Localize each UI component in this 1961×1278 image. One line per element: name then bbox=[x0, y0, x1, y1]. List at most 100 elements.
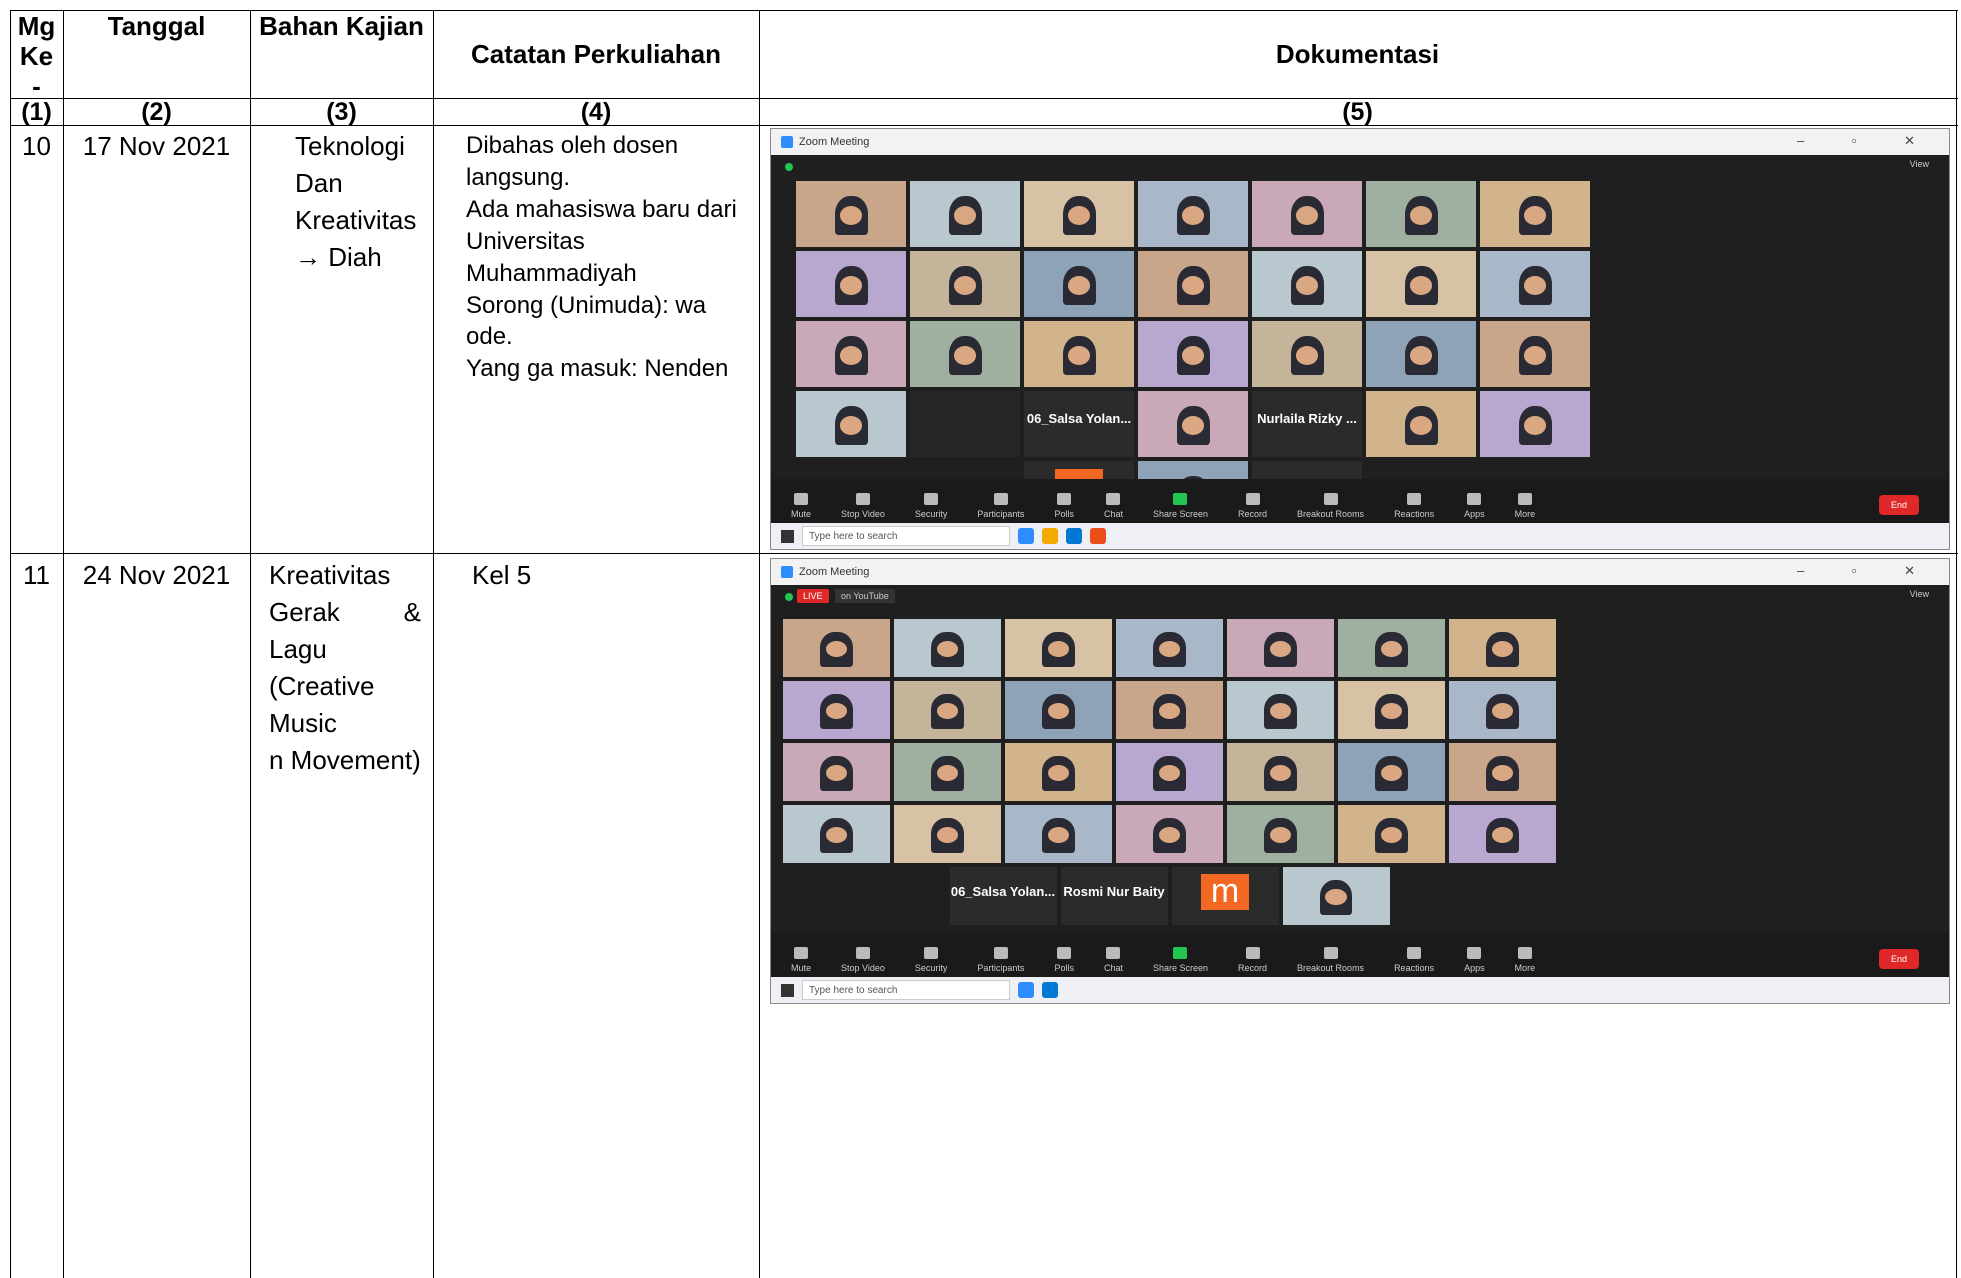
col-border-4 bbox=[759, 10, 760, 1278]
window-controls-icon: – ▫ ✕ bbox=[1797, 563, 1937, 578]
toolbar-stop-video-button: Stop Video bbox=[841, 493, 885, 523]
zoom-screenshot-week-11: Zoom Meeting – ▫ ✕ LIVE on YouTube View … bbox=[770, 558, 1950, 1004]
col-number-2: (2) bbox=[141, 98, 172, 126]
toolbar-security-button: Security bbox=[915, 947, 947, 977]
participant-tile bbox=[910, 391, 1020, 457]
participant-tile bbox=[1138, 251, 1248, 317]
participant-face bbox=[1524, 206, 1546, 225]
participant-tile bbox=[1005, 743, 1112, 801]
participant-tile bbox=[783, 619, 890, 677]
polls-icon bbox=[1057, 493, 1072, 505]
reactions-icon bbox=[1407, 493, 1422, 505]
participant-tile bbox=[1024, 181, 1134, 247]
chat-icon bbox=[1106, 493, 1121, 505]
participant-name-display: Nurlaila Rizky ... bbox=[1257, 410, 1357, 426]
taskbar-search: Type here to search bbox=[802, 980, 1010, 1000]
app-icon bbox=[1042, 528, 1058, 544]
participant-tile bbox=[796, 251, 906, 317]
record-icon bbox=[1245, 947, 1260, 959]
zoom-logo-icon bbox=[781, 136, 793, 148]
participants-icon bbox=[993, 947, 1008, 959]
participant-face bbox=[1410, 416, 1432, 435]
row-divider bbox=[10, 553, 1958, 554]
toolbar-apps-button: Apps bbox=[1464, 493, 1485, 523]
row1-topic-line: Teknologi bbox=[295, 131, 405, 161]
toolbar-mute-button: Mute bbox=[791, 947, 811, 977]
participant-tile bbox=[1480, 321, 1590, 387]
row1-topic-line: Dan bbox=[295, 167, 343, 198]
participant-tile bbox=[1338, 619, 1445, 677]
status-dot-icon bbox=[785, 163, 793, 171]
mute-icon bbox=[794, 947, 808, 959]
participant-face bbox=[840, 206, 862, 225]
row2-topic-line: Gerak & Lagu bbox=[269, 596, 421, 664]
toolbar-label: More bbox=[1514, 509, 1536, 519]
header-notes: Catatan Perkuliahan bbox=[471, 39, 721, 69]
toolbar-label: Security bbox=[914, 509, 948, 519]
app-icon bbox=[1042, 982, 1058, 998]
col-number-4: (4) bbox=[580, 98, 612, 126]
apps-icon bbox=[1467, 947, 1482, 959]
col-border-right bbox=[1956, 10, 1957, 1278]
toolbar-breakout-rooms-button: Breakout Rooms bbox=[1297, 947, 1364, 977]
toolbar-label: Apps bbox=[1464, 963, 1485, 973]
col-border-3 bbox=[433, 10, 434, 1278]
live-badge: LIVE bbox=[797, 589, 829, 603]
breakout-rooms-icon bbox=[1323, 493, 1338, 505]
header-week-line-1: Mg bbox=[17, 11, 56, 41]
toolbar-reactions-button: Reactions bbox=[1394, 947, 1434, 977]
toolbar-label: Polls bbox=[1054, 963, 1074, 973]
participant-tile bbox=[1366, 251, 1476, 317]
toolbar-label: Chat bbox=[1103, 963, 1123, 973]
participant-tile bbox=[1366, 391, 1476, 457]
participant-face bbox=[1068, 206, 1090, 225]
toolbar-more-button: More bbox=[1514, 493, 1536, 523]
toolbar-label: Apps bbox=[1464, 509, 1485, 519]
toolbar-chat-button: Chat bbox=[1104, 947, 1123, 977]
polls-icon bbox=[1057, 947, 1072, 959]
participant-tile bbox=[1480, 251, 1590, 317]
participant-avatar: m bbox=[1201, 872, 1249, 910]
participants-icon bbox=[993, 493, 1008, 505]
participant-tile bbox=[910, 321, 1020, 387]
toolbar-label: Mute bbox=[791, 963, 812, 973]
row1-topic: Teknologi Dan Kreativitas → Diah bbox=[295, 128, 431, 276]
zoom-titlebar: Zoom Meeting – ▫ ✕ bbox=[771, 559, 1949, 585]
participant-tile bbox=[910, 251, 1020, 317]
toolbar-security-button: Security bbox=[914, 493, 948, 523]
col-border-2 bbox=[250, 10, 251, 1278]
breakout-rooms-icon bbox=[1323, 947, 1338, 959]
windows-start-icon bbox=[781, 529, 794, 543]
toolbar-reactions-button: Reactions bbox=[1394, 493, 1434, 523]
share-screen-icon bbox=[1173, 947, 1188, 959]
row2-topic-line: Kreativitas bbox=[269, 560, 391, 590]
participant-tile bbox=[783, 681, 890, 739]
toolbar-label: Stop Video bbox=[841, 963, 885, 973]
apps-icon bbox=[1467, 493, 1482, 505]
participant-tile bbox=[1116, 681, 1223, 739]
participant-tile bbox=[1366, 181, 1476, 247]
participant-face bbox=[1296, 346, 1318, 365]
participant-tile bbox=[910, 181, 1020, 247]
zoom-window-title: Zoom Meeting bbox=[799, 136, 870, 148]
participant-face bbox=[840, 416, 862, 435]
app-icon bbox=[1018, 982, 1034, 998]
row1-topic-line: Kreativitas bbox=[295, 204, 417, 235]
toolbar-breakout-rooms-button: Breakout Rooms bbox=[1297, 493, 1364, 523]
reactions-icon bbox=[1407, 947, 1422, 959]
row1-notes-line: Yang ga masuk: Nenden bbox=[466, 355, 729, 383]
participant-face bbox=[1524, 346, 1546, 365]
participant-tile bbox=[1338, 681, 1445, 739]
participant-tile: m bbox=[1171, 867, 1279, 925]
participant-face bbox=[1410, 346, 1432, 365]
zoom-logo-icon bbox=[781, 566, 793, 578]
window-controls-icon: – ▫ ✕ bbox=[1797, 133, 1937, 148]
app-icon bbox=[1066, 528, 1082, 544]
participant-tile bbox=[1227, 743, 1334, 801]
toolbar-label: More bbox=[1514, 963, 1536, 973]
view-button: View bbox=[1909, 589, 1929, 599]
row1-notes-line: Sorong (Unimuda): wa ode. bbox=[466, 291, 707, 351]
status-dot-icon bbox=[785, 593, 793, 601]
toolbar-record-button: Record bbox=[1238, 947, 1267, 977]
zoom-window-title: Zoom Meeting bbox=[799, 566, 870, 578]
